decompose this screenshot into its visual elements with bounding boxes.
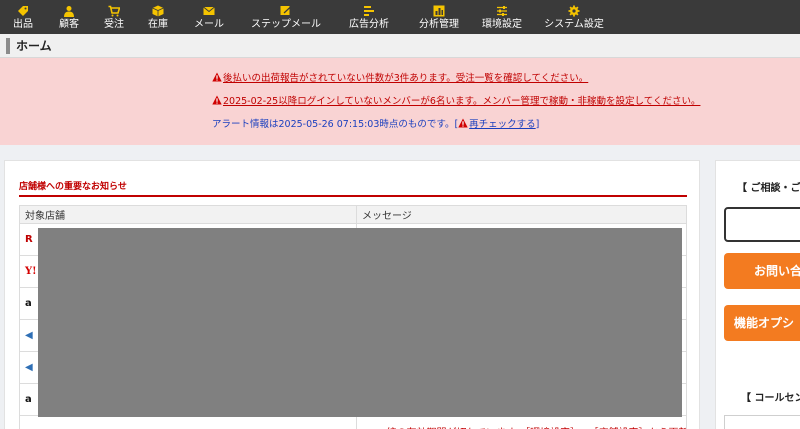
alert-inactive-members: 2025-02-25以降ログインしていないメンバーが6名います。メンバー管理で稼… [212,95,700,108]
redacted-area [38,228,682,417]
message-cell: APIM統の有効期間が切れています。［環境設定］→［店舗設定］から更新 [356,415,687,429]
warning-icon [458,118,468,128]
alert-inactive-members-link[interactable]: 2025-02-25以降ログインしていないメンバーが6名います。メンバー管理で稼… [223,96,700,107]
gear-icon [568,5,580,16]
table-row: APIM統の有効期間が切れています。［環境設定］→［店舗設定］から更新 [19,415,687,429]
alert-unreported-shipments-link[interactable]: 後払いの出荷報告がされていない件数が3件あります。受注一覧を確認してください。 [223,73,588,84]
nav-label: 出品 [13,18,33,30]
nav-label: ステップメール [251,18,321,30]
alert-info: アラート情報は2025-05-26 07:15:03時点のものです。[ 再チェック… [212,118,539,131]
envelope-icon [203,6,215,15]
nav-item-orders[interactable]: 受注 [92,0,136,34]
nav-item-environment-settings[interactable]: 環境設定 [474,0,530,34]
nav-item-mail[interactable]: メール [180,0,238,34]
column-header-message: メッセージ [356,205,687,224]
alert-info-close: ] [535,119,540,130]
nav-item-listing[interactable]: 出品 [0,0,46,34]
tag-icon [18,5,28,16]
box-icon [152,5,164,16]
section-divider [19,195,687,197]
consultation-box[interactable] [724,207,800,242]
page-title: ホーム [6,38,52,54]
nav-item-system-settings[interactable]: システム設定 [530,0,618,34]
nav-label: 環境設定 [482,18,522,30]
call-center-box [724,415,800,429]
nav-label: システム設定 [544,18,604,30]
alert-unreported-shipments: 後払いの出荷報告がされていない件数が3件あります。受注一覧を確認してください。 [212,72,588,85]
yahoo-logo-icon: Y! [25,266,37,277]
feature-option-button[interactable]: 機能オプシ [724,305,800,341]
sliders-icon [497,5,507,16]
nav-label: 顧客 [59,18,79,30]
nav-item-step-mail[interactable]: ステップメール [238,0,334,34]
top-navigation: 出品 顧客 受注 在庫 メール ステップメール 広告分析 分析管理 環境設定 シ… [0,0,800,34]
amazon-logo-icon: a [25,394,32,405]
contact-button[interactable]: お問い合 [724,253,800,289]
recheck-link[interactable]: 再チェックする [469,119,536,130]
warning-icon [212,72,222,82]
column-header-shop: 対象店舗 [19,205,357,224]
bar-chart-icon [433,5,445,16]
nav-item-analysis-management[interactable]: 分析管理 [404,0,474,34]
warning-icon [212,95,222,105]
nav-label: 広告分析 [349,18,389,30]
person-icon [64,5,74,17]
support-panel: 【 ご相談・ご お問い合 機能オプシ 【 コールセン [715,160,800,429]
page-title-bar: ホーム [0,34,800,58]
notices-title: 店舗様への重要なお知らせ [19,182,127,192]
nav-label: メール [194,18,224,30]
shop-logo-icon: ◀ [25,362,33,373]
nav-item-customers[interactable]: 顧客 [46,0,92,34]
nav-label: 受注 [104,18,124,30]
nav-label: 在庫 [148,18,168,30]
shop-logo-icon: ◀ [25,330,33,341]
nav-item-ad-analysis[interactable]: 広告分析 [334,0,404,34]
nav-item-inventory[interactable]: 在庫 [136,0,180,34]
nav-label: 分析管理 [419,18,459,30]
shop-cell [19,415,357,429]
call-center-heading: 【 コールセン [741,393,800,404]
amazon-logo-icon: a [25,298,32,309]
mail-edit-icon [280,5,292,15]
cart-icon [108,5,120,16]
list-icon [364,5,374,16]
consultation-heading: 【 ご相談・ご [737,183,800,194]
alert-panel: 後払いの出荷報告がされていない件数が3件あります。受注一覧を確認してください。 … [0,58,800,145]
rakuten-logo-icon: R [25,234,33,245]
alert-info-text: アラート情報は2025-05-26 07:15:03時点のものです。[ [212,119,459,130]
